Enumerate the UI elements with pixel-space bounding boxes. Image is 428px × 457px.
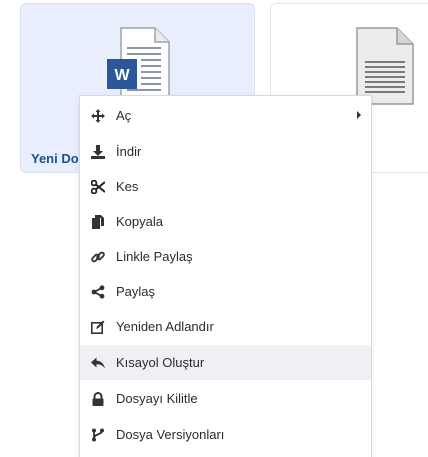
menu-item-file-versions[interactable]: Dosya Versiyonları [80, 417, 371, 452]
lock-icon [90, 391, 106, 407]
menu-item-share[interactable]: Paylaş [80, 274, 371, 309]
menu-item-label: İndir [116, 144, 142, 159]
menu-item-label: Kopyala [116, 214, 163, 229]
menu-item-copy[interactable]: Kopyala [80, 204, 371, 239]
menu-item-cut[interactable]: Kes [80, 169, 371, 204]
menu-item-label: Kısayol Oluştur [116, 355, 205, 370]
svg-text:W: W [114, 67, 130, 84]
download-icon [90, 144, 106, 160]
menu-item-download[interactable]: İndir [80, 134, 371, 169]
context-menu: Aç İndir Kes Kopyala Linkle Paylaş Payla… [79, 95, 372, 457]
word-document-icon: W [107, 27, 170, 101]
edit-icon [90, 319, 106, 335]
link-icon [90, 249, 106, 265]
copy-icon [90, 214, 106, 230]
menu-item-lock-file[interactable]: Dosyayı Kilitle [80, 381, 371, 416]
menu-item-label: Kes [116, 179, 139, 194]
menu-item-share-link[interactable]: Linkle Paylaş [80, 239, 371, 274]
menu-item-open[interactable]: Aç [80, 98, 371, 133]
menu-item-label: Paylaş [116, 284, 156, 299]
menu-item-create-shortcut[interactable]: Kısayol Oluştur [80, 345, 371, 380]
menu-item-label: Linkle Paylaş [116, 249, 193, 264]
menu-item-label: Dosyayı Kilitle [116, 391, 198, 406]
chevron-right-icon [357, 111, 361, 119]
menu-item-label: Aç [116, 108, 132, 123]
file-name: Yeni Do [31, 151, 79, 166]
menu-item-rename[interactable]: Yeniden Adlandır [80, 309, 371, 344]
menu-item-label: Yeniden Adlandır [116, 319, 214, 334]
reply-arrow-icon [90, 355, 106, 371]
share-icon [90, 284, 106, 300]
menu-item-label: Dosya Versiyonları [116, 427, 225, 442]
file-browser: W Yeni Do t [0, 0, 428, 457]
branch-icon [90, 427, 106, 443]
move-arrows-icon [90, 108, 106, 124]
scissors-icon [90, 179, 106, 195]
text-document-icon [356, 27, 414, 105]
